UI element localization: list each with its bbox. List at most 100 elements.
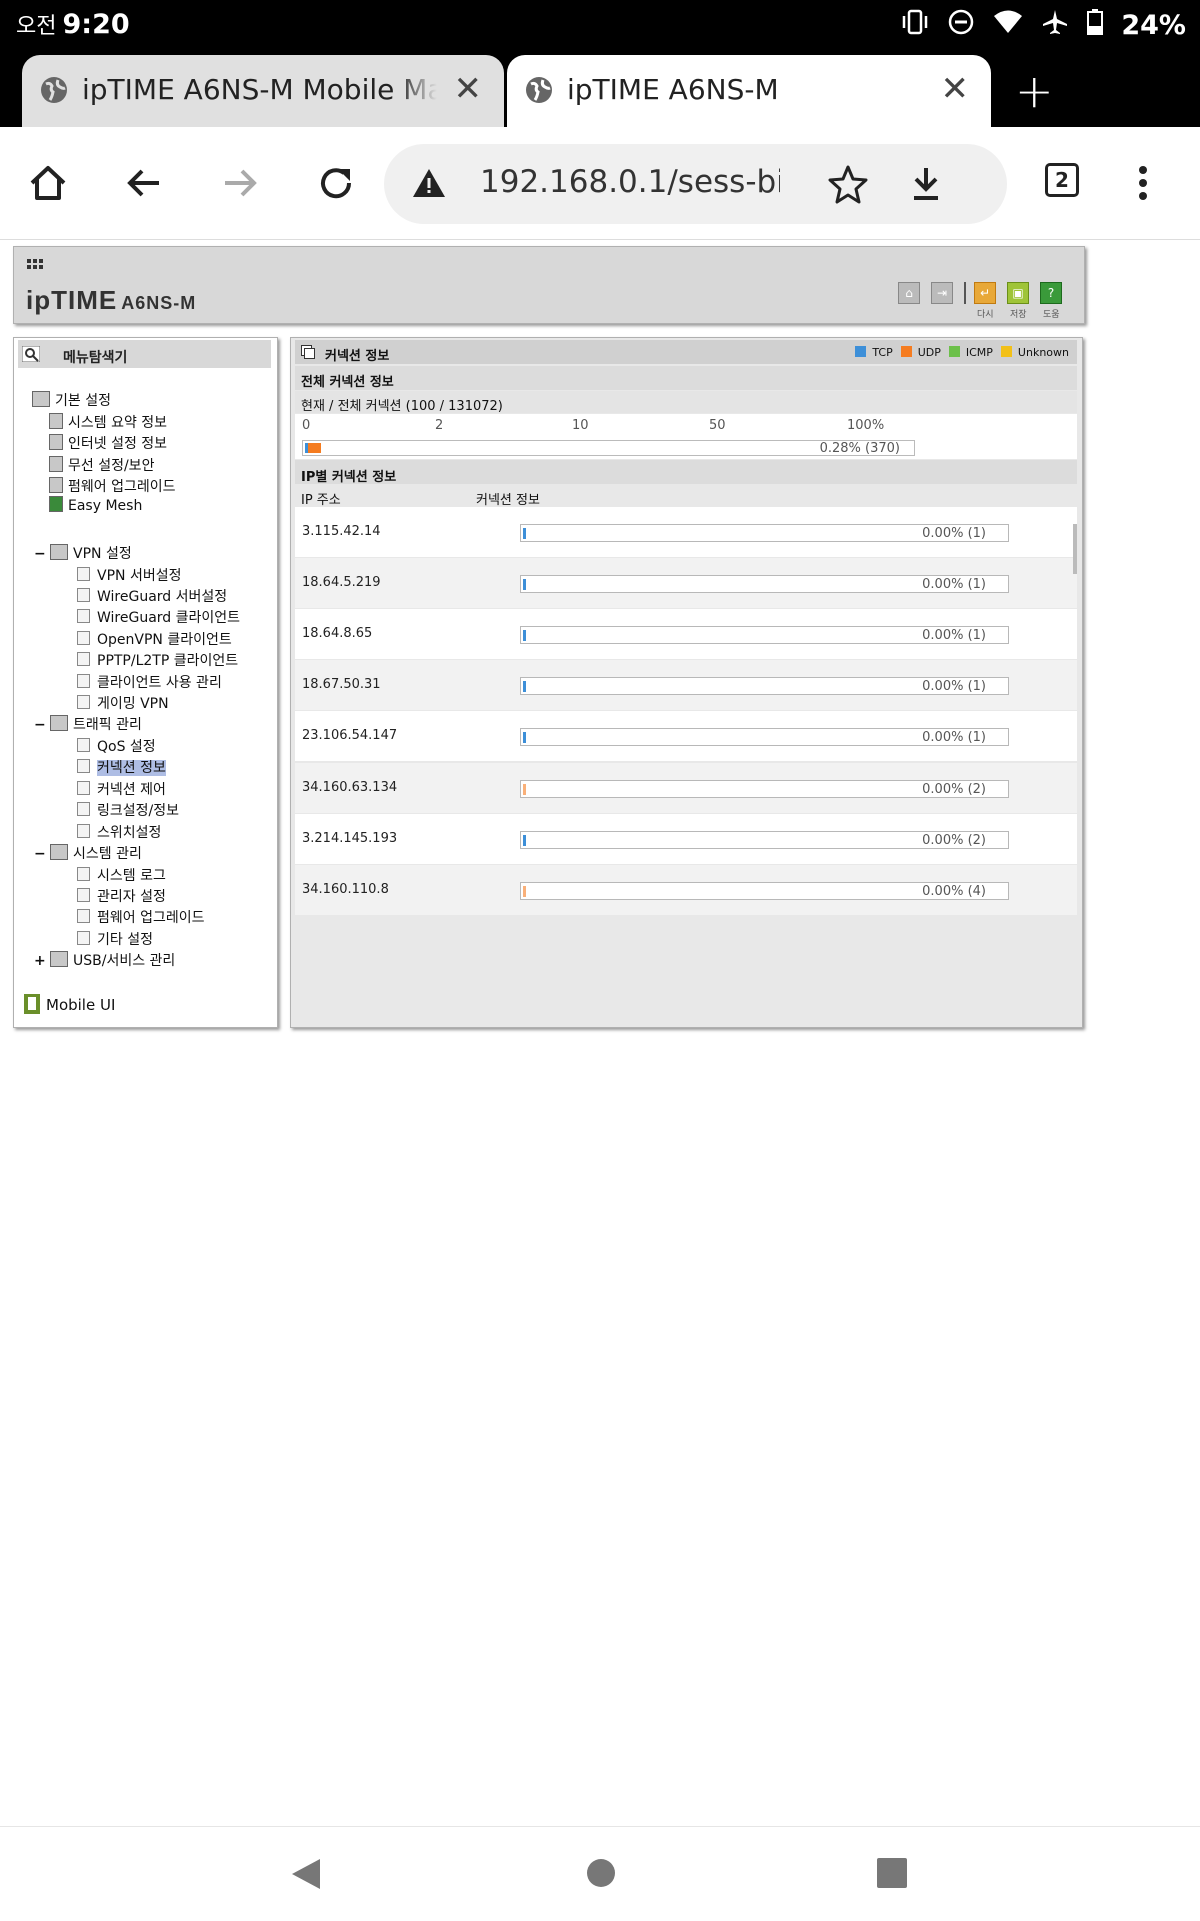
address-bar[interactable]: 192.168.0.1/sess-bin/t <box>384 144 1007 224</box>
connection-info-panel: 커넥션 정보 TCP UDP ICMP Unknown 전체 커넥션 정보 현재… <box>290 337 1083 1028</box>
table-scrollbar[interactable] <box>1073 524 1077 574</box>
reload-icon[interactable] <box>316 163 356 203</box>
table-row: 18.64.8.65 0.00% (1) <box>295 609 1077 659</box>
do-not-disturb-icon <box>947 8 975 43</box>
close-tab-icon[interactable]: ✕ <box>454 69 483 109</box>
traffic-folder-icon <box>50 715 68 731</box>
legend-tcp: TCP <box>855 346 893 359</box>
vibrate-icon <box>901 9 929 42</box>
menu-item-firmware-upgrade[interactable]: 펌웨어 업그레이드 <box>77 907 205 927</box>
menu-header: 메뉴탐색기 <box>18 340 271 368</box>
menu-group-vpn[interactable]: − VPN 설정 <box>34 543 132 563</box>
legend-unknown: Unknown <box>1000 346 1069 359</box>
menu-group-usb[interactable]: + USB/서비스 관리 <box>34 950 175 970</box>
refresh-button[interactable]: ↵ <box>974 282 996 304</box>
tab-switcher-button[interactable]: 2 <box>1045 163 1079 197</box>
warning-icon[interactable] <box>412 168 446 198</box>
more-menu-icon[interactable] <box>1131 163 1155 203</box>
nav-back-icon[interactable] <box>290 1857 322 1891</box>
menu-item-connection-control[interactable]: 커넥션 제어 <box>77 779 166 799</box>
menu-group-traffic[interactable]: − 트래픽 관리 <box>34 714 142 734</box>
mesh-icon <box>49 496 63 512</box>
connection-bar: 0.00% (2) <box>520 831 1009 849</box>
ip-table-header: IP 주소 커넥션 정보 <box>295 485 1077 508</box>
wifi-icon <box>993 9 1023 42</box>
menu-item-easy-mesh[interactable]: Easy Mesh <box>49 496 142 514</box>
menu-group-system[interactable]: − 시스템 관리 <box>34 843 142 863</box>
scale-50: 50 <box>709 418 726 433</box>
download-icon[interactable] <box>906 164 946 204</box>
system-folder-icon <box>50 844 68 860</box>
tab-mobile-manager[interactable]: ipTIME A6NS-M Mobile Mana ✕ <box>22 55 504 127</box>
connection-bar: 0.00% (1) <box>520 728 1009 746</box>
menu-item-openvpn-client[interactable]: OpenVPN 클라이언트 <box>77 629 232 649</box>
help-label: 도움 <box>1043 310 1060 320</box>
menu-item-system-summary[interactable]: 시스템 요약 정보 <box>49 412 167 432</box>
menu-item-admin-settings[interactable]: 관리자 설정 <box>77 886 166 906</box>
home-icon[interactable] <box>28 163 68 203</box>
mobile-ui-link[interactable]: Mobile UI <box>24 994 115 1014</box>
forward-icon[interactable] <box>220 163 260 203</box>
menu-group-basic[interactable]: 기본 설정 <box>32 390 111 410</box>
menu-item-misc-settings[interactable]: 기타 설정 <box>77 929 153 949</box>
monitor-icon <box>49 434 63 450</box>
status-bar: 오전9:20 24% ipTIME A6NS-M Mobile Mana ✕ i… <box>0 0 1200 127</box>
scale-0: 0 <box>302 418 311 433</box>
table-row: 23.106.54.147 0.00% (1) <box>295 711 1077 761</box>
help-button[interactable]: ? <box>1040 282 1062 304</box>
connection-bar: 0.00% (1) <box>520 524 1009 542</box>
header-separator <box>964 282 966 304</box>
nav-recents-icon[interactable] <box>877 1858 907 1888</box>
new-tab-icon[interactable]: + <box>1015 64 1054 118</box>
close-tab-icon[interactable]: ✕ <box>941 69 970 109</box>
menu-item-gaming-vpn[interactable]: 게이밍 VPN <box>77 693 169 713</box>
scale-2: 2 <box>435 418 444 433</box>
vpn-folder-icon <box>50 544 68 560</box>
back-icon[interactable] <box>124 163 164 203</box>
col-info: 커넥션 정보 <box>476 493 540 508</box>
bookmark-star-icon[interactable] <box>828 164 868 204</box>
battery-level: 24% <box>1121 10 1186 41</box>
magnifier-icon <box>22 346 40 362</box>
menu-item-firmware[interactable]: 펌웨어 업그레이드 <box>49 476 176 496</box>
menu-item-internet[interactable]: 인터넷 설정 정보 <box>49 433 167 453</box>
menu-item-pptp-client[interactable]: PPTP/L2TP 클라이언트 <box>77 650 238 670</box>
total-section-header: 전체 커넥션 정보 <box>295 366 1077 390</box>
status-icons: 24% <box>901 8 1186 43</box>
total-value: 0.28% (370) <box>819 441 900 456</box>
connection-bar: 0.00% (1) <box>520 677 1009 695</box>
table-row: 18.64.5.219 0.00% (1) <box>295 558 1077 608</box>
menu-item-vpn-server[interactable]: VPN 서버설정 <box>77 565 181 585</box>
tab-title: ipTIME A6NS-M Mobile Mana <box>82 73 437 106</box>
menu-item-connection-info[interactable]: 커넥션 정보 <box>77 757 166 777</box>
menu-item-link-settings[interactable]: 링크설정/정보 <box>77 800 179 820</box>
connection-bar: 0.00% (1) <box>520 626 1009 644</box>
usb-folder-icon <box>50 951 68 967</box>
menu-item-wireguard-server[interactable]: WireGuard 서버설정 <box>77 586 227 606</box>
grid-icon <box>27 259 45 275</box>
panel-header: 커넥션 정보 TCP UDP ICMP Unknown <box>295 340 1077 364</box>
connection-bar: 0.00% (1) <box>520 575 1009 593</box>
logout-icon[interactable]: ⇥ <box>931 282 953 304</box>
battery-icon <box>1087 9 1104 42</box>
menu-item-wireguard-client[interactable]: WireGuard 클라이언트 <box>77 607 240 627</box>
router-header: ipTIME A6NS-M ⌂ ⇥ ↵ 다시 ▣ 저장 ? 도움 <box>13 246 1085 324</box>
home-icon[interactable]: ⌂ <box>898 282 920 304</box>
connection-bar: 0.00% (2) <box>520 780 1009 798</box>
save-button[interactable]: ▣ <box>1007 282 1029 304</box>
window-icon <box>301 345 315 359</box>
menu-item-qos[interactable]: QoS 설정 <box>77 736 156 756</box>
menu-item-wireless[interactable]: 무선 설정/보안 <box>49 455 154 475</box>
tab-iptime[interactable]: ipTIME A6NS-M ✕ <box>507 55 991 127</box>
total-connection-bar: 0.28% (370) <box>302 440 915 456</box>
menu-item-system-log[interactable]: 시스템 로그 <box>77 865 166 885</box>
airplane-icon <box>1041 8 1069 43</box>
tab-title: ipTIME A6NS-M <box>567 73 779 106</box>
protocol-legend: TCP UDP ICMP Unknown <box>855 346 1069 359</box>
menu-item-switch-settings[interactable]: 스위치설정 <box>77 822 161 842</box>
table-row: 18.67.50.31 0.00% (1) <box>295 660 1077 710</box>
nav-home-icon[interactable] <box>586 1858 616 1888</box>
url-text[interactable]: 192.168.0.1/sess-bin/t <box>480 164 780 200</box>
menu-item-client-management[interactable]: 클라이언트 사용 관리 <box>77 672 222 692</box>
mobile-icon <box>24 994 40 1014</box>
